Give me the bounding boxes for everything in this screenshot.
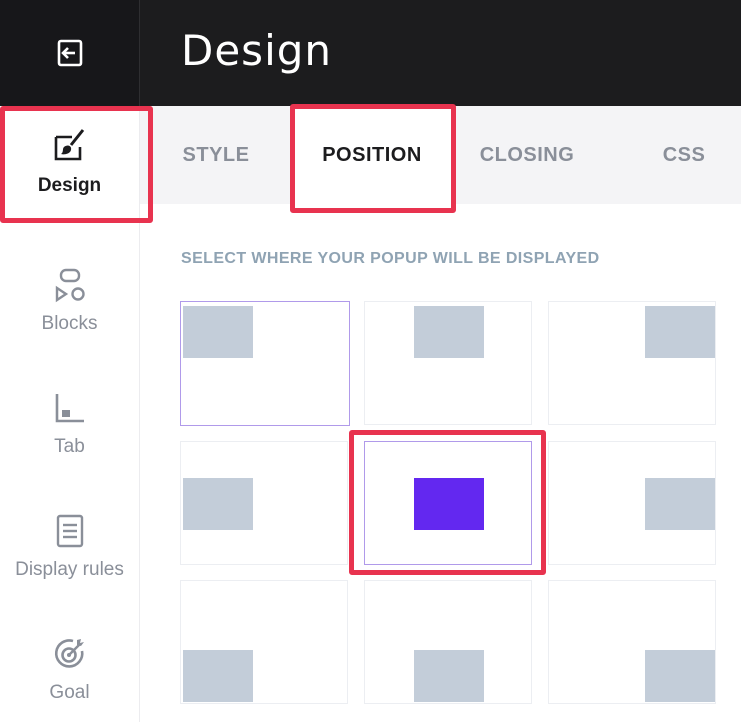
- popup-placeholder: [414, 306, 484, 358]
- tab-label: CLOSING: [479, 143, 575, 166]
- exit-button[interactable]: [0, 0, 140, 106]
- sidebar-item-label: Blocks: [41, 313, 98, 334]
- sidebar-item-display-rules[interactable]: Display rules: [0, 492, 139, 602]
- sidebar-item-design[interactable]: Design: [0, 106, 139, 216]
- position-option-top-left[interactable]: [180, 301, 350, 426]
- tab-css[interactable]: CSS: [610, 106, 741, 204]
- position-option-middle-left[interactable]: [180, 441, 348, 565]
- tab-label: CSS: [662, 143, 706, 166]
- position-option-bottom-center[interactable]: [364, 580, 532, 704]
- sidebar-item-tab[interactable]: Tab: [0, 369, 139, 479]
- position-option-bottom-right[interactable]: [548, 580, 716, 704]
- brush-edit-icon: [54, 129, 84, 161]
- exit-icon: [57, 39, 82, 67]
- popup-placeholder-selected: [414, 478, 484, 530]
- popup-placeholder: [183, 478, 253, 530]
- sidebar-item-goal[interactable]: Goal: [0, 615, 139, 725]
- tab-style[interactable]: STYLE: [140, 106, 292, 204]
- tab-icon: [55, 394, 84, 423]
- sidebar-item-label: Goal: [49, 682, 90, 703]
- top-bar: Design: [0, 0, 741, 106]
- sidebar: Design Blocks Tab Display rules Goal: [0, 106, 140, 722]
- position-instruction: SELECT WHERE YOUR POPUP WILL BE DISPLAYE…: [181, 250, 600, 267]
- position-option-bottom-left[interactable]: [180, 580, 348, 704]
- display-rules-icon: [56, 514, 83, 548]
- tab-label: POSITION: [322, 143, 422, 166]
- blocks-icon: [55, 268, 85, 303]
- popup-placeholder: [183, 306, 253, 358]
- settings-tabs: STYLE POSITION CLOSING CSS: [140, 106, 741, 204]
- tab-closing[interactable]: CLOSING: [452, 106, 602, 204]
- tab-label: STYLE: [182, 143, 250, 166]
- popup-placeholder: [645, 306, 715, 358]
- position-option-center[interactable]: [364, 441, 532, 565]
- popup-placeholder: [645, 478, 715, 530]
- popup-placeholder: [183, 650, 253, 702]
- position-option-top-right[interactable]: [548, 301, 716, 425]
- page-title: Design: [181, 26, 333, 75]
- sidebar-item-label: Design: [37, 175, 102, 196]
- sidebar-item-label: Tab: [54, 436, 85, 457]
- sidebar-item-label: Display rules: [15, 559, 124, 580]
- position-option-middle-right[interactable]: [548, 441, 716, 565]
- popup-placeholder: [645, 650, 715, 702]
- popup-placeholder: [414, 650, 484, 702]
- tab-position[interactable]: POSITION: [292, 106, 452, 204]
- position-option-top-center[interactable]: [364, 301, 532, 425]
- goal-icon: [54, 639, 84, 668]
- sidebar-item-blocks[interactable]: Blocks: [0, 246, 139, 356]
